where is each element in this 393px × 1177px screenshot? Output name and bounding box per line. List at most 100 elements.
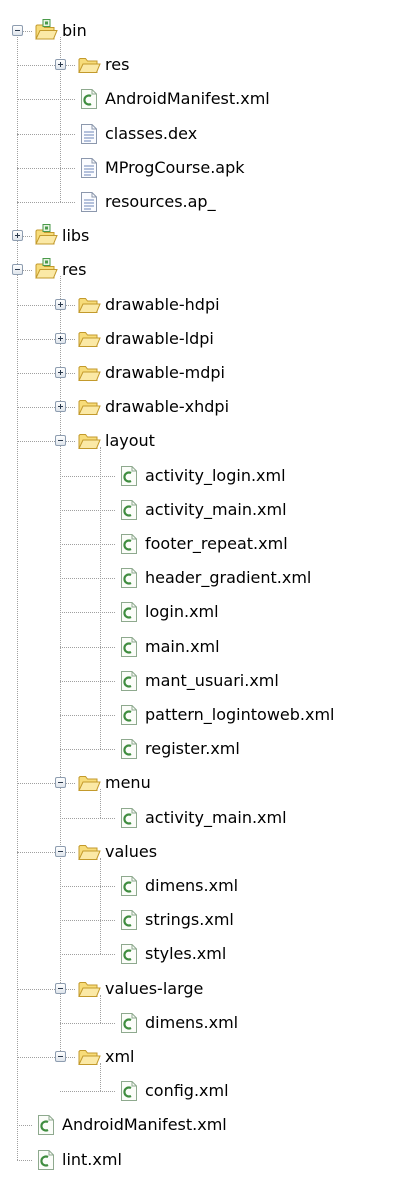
collapse-icon[interactable] [55,435,66,447]
xml-file-icon [117,464,141,488]
tree-item-label: resources.ap_ [105,192,216,211]
file-icon [77,190,101,214]
tree-item-folder-res[interactable]: res [0,48,393,82]
file-icon [77,122,101,146]
collapse-icon[interactable] [55,1051,66,1062]
tree-item-file-pattern-logintoweb-xml[interactable]: pattern_logintoweb.xml [0,698,393,732]
package-folder-icon [34,258,58,282]
tree-item-folder-values-large[interactable]: values-large [0,972,393,1006]
tree-item-folder-drawable-mdpi[interactable]: drawable-mdpi [0,356,393,390]
expand-icon[interactable] [55,59,66,71]
expand-icon[interactable] [55,298,66,310]
tree-item-folder-xml[interactable]: xml [0,1040,393,1074]
collapse-icon[interactable] [55,982,66,994]
tree-item-label: strings.xml [145,910,234,930]
folder-icon [77,327,101,351]
tree-item-label: dimens.xml [145,1012,239,1032]
collapse-icon[interactable] [12,264,23,276]
xml-file-icon [117,1011,141,1035]
folder-icon [77,429,101,453]
xml-file-icon [117,806,141,830]
tree-item-label: footer_repeat.xml [145,534,288,553]
tree-item-label: layout [105,431,155,451]
tree-item-file-styles-xml[interactable]: styles.xml [0,937,393,971]
tree-item-label: menu [105,773,151,793]
tree-item-file-classes-dex[interactable]: classes.dex [0,117,393,151]
tree-item-folder-drawable-ldpi[interactable]: drawable-ldpi [0,322,393,356]
tree-item-file-mprogcourse-apk[interactable]: MProgCourse.apk [0,151,393,185]
tree-item-file-strings-xml[interactable]: strings.xml [0,903,393,937]
folder-icon [77,977,101,1001]
xml-file-icon [117,669,141,693]
tree-item-file-activity-main-xml[interactable]: activity_main.xml [0,801,393,835]
tree-item-file-activity-main-xml[interactable]: activity_main.xml [0,493,393,527]
tree-item-label: register.xml [145,739,240,759]
xml-file-icon [117,737,141,761]
folder-icon [77,1045,101,1069]
tree-item-label: AndroidManifest.xml [62,1115,227,1135]
xml-file-icon [117,600,141,624]
file-tree: bin res AndroidManifest.xml classes.dex … [0,0,393,1170]
xml-file-icon [117,703,141,727]
folder-icon [77,293,101,317]
package-folder-icon [34,224,58,248]
tree-item-label: res [62,260,87,280]
tree-item-file-dimens-xml[interactable]: dimens.xml [0,1006,393,1040]
tree-item-folder-bin[interactable]: bin [0,14,393,48]
tree-item-label: lint.xml [62,1149,122,1169]
expand-icon[interactable] [12,230,23,242]
tree-item-file-login-xml[interactable]: login.xml [0,595,393,629]
tree-item-label: activity_main.xml [145,807,287,827]
file-icon [77,156,101,180]
tree-item-folder-libs[interactable]: libs [0,219,393,253]
collapse-icon[interactable] [55,777,66,789]
xml-file-icon [117,874,141,898]
tree-item-label: activity_main.xml [145,499,287,519]
tree-item-label: res [105,55,130,75]
collapse-icon[interactable] [55,845,66,857]
tree-item-folder-values[interactable]: values [0,835,393,869]
xml-file-icon [117,532,141,556]
tree-item-file-dimens-xml[interactable]: dimens.xml [0,869,393,903]
tree-item-folder-res[interactable]: res [0,253,393,287]
tree-item-file-header-gradient-xml[interactable]: header_gradient.xml [0,561,393,595]
tree-item-file-register-xml[interactable]: register.xml [0,732,393,766]
xml-file-icon [117,942,141,966]
tree-item-file-footer-repeat-xml[interactable]: footer_repeat.xml [0,527,393,561]
tree-item-label: drawable-mdpi [105,363,225,382]
folder-icon [77,840,101,864]
tree-item-file-androidmanifest-xml[interactable]: AndroidManifest.xml [0,1108,393,1142]
tree-item-file-config-xml[interactable]: config.xml [0,1074,393,1108]
tree-item-file-mant-usuari-xml[interactable]: mant_usuari.xml [0,664,393,698]
expand-icon[interactable] [55,401,66,413]
xml-file-icon [117,566,141,590]
xml-file-icon [117,635,141,659]
tree-item-label: values [105,841,158,861]
expand-icon[interactable] [55,367,66,378]
tree-item-label: styles.xml [145,944,227,964]
folder-icon [77,771,101,795]
tree-item-file-main-xml[interactable]: main.xml [0,630,393,664]
tree-item-folder-drawable-xhdpi[interactable]: drawable-xhdpi [0,390,393,424]
folder-icon [77,53,101,77]
tree-item-file-activity-login-xml[interactable]: activity_login.xml [0,459,393,493]
tree-item-label: login.xml [145,602,219,622]
xml-file-icon [117,1079,141,1103]
tree-item-label: activity_login.xml [145,465,286,485]
tree-item-label: drawable-ldpi [105,328,214,348]
expand-icon[interactable] [55,332,66,344]
tree-item-folder-layout[interactable]: layout [0,424,393,458]
tree-item-label: pattern_logintoweb.xml [145,705,335,724]
tree-item-file-resources-ap[interactable]: resources.ap_ [0,185,393,219]
tree-item-file-lint-xml[interactable]: lint.xml [0,1143,393,1177]
tree-item-folder-menu[interactable]: menu [0,766,393,800]
package-folder-icon [34,19,58,43]
collapse-icon[interactable] [12,25,23,36]
folder-icon [77,395,101,419]
xml-file-icon [34,1148,58,1172]
tree-item-label: dimens.xml [145,876,239,895]
tree-item-file-androidmanifest-xml[interactable]: AndroidManifest.xml [0,82,393,116]
tree-item-folder-drawable-hdpi[interactable]: drawable-hdpi [0,288,393,322]
xml-file-icon [117,908,141,932]
tree-item-label: MProgCourse.apk [105,157,245,177]
